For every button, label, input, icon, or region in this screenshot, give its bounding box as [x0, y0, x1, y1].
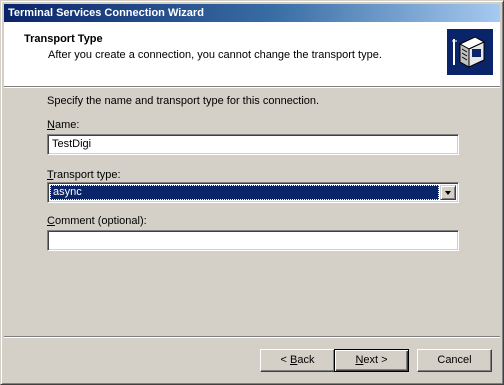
comment-field[interactable]	[47, 230, 459, 251]
server-network-icon	[447, 29, 493, 75]
cancel-button[interactable]: Cancel	[417, 349, 492, 372]
comment-label: Comment (optional):	[47, 215, 147, 227]
wizard-window: Terminal Services Connection Wizard Tran…	[0, 0, 504, 385]
title-bar[interactable]: Terminal Services Connection Wizard	[4, 4, 500, 22]
window-title: Terminal Services Connection Wizard	[8, 7, 204, 19]
transport-type-label: Transport type:	[47, 169, 121, 181]
transport-type-dropdown[interactable]: async	[47, 182, 459, 203]
button-separator	[4, 336, 500, 338]
wizard-header: Transport Type After you create a connec…	[4, 22, 500, 88]
back-button[interactable]: < Back	[260, 349, 335, 372]
next-button[interactable]: Next >	[334, 349, 409, 372]
instruction-text: Specify the name and transport type for …	[47, 95, 320, 107]
name-label: Name:	[47, 119, 80, 131]
page-title: Transport Type	[24, 33, 103, 45]
name-field[interactable]: TestDigi	[47, 134, 459, 155]
page-subtitle: After you create a connection, you canno…	[48, 49, 382, 61]
transport-type-selected[interactable]: async	[50, 185, 439, 200]
chevron-down-icon[interactable]	[440, 185, 456, 200]
